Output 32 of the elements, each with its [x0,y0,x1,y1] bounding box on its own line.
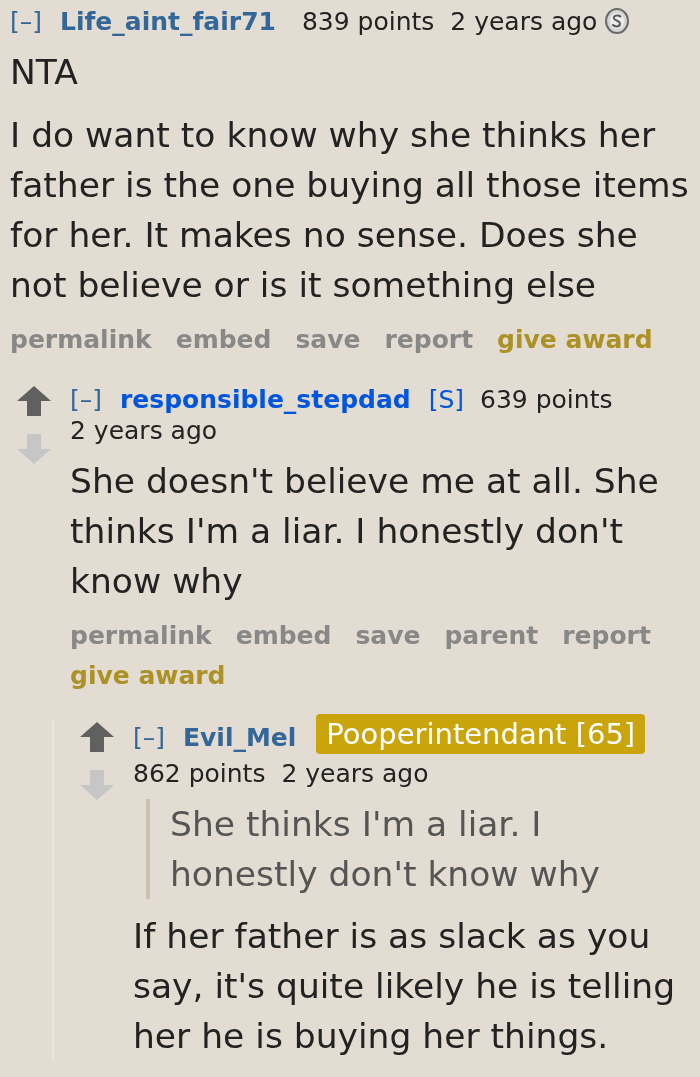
action-link[interactable]: save [355,616,421,656]
timestamp: 2 years ago [281,759,429,788]
collapse-toggle[interactable]: [–] [133,723,165,752]
comment-text: I do want to know why she thinks her father is the one buying all those items for her. It makes no sense. Does she not believe or is it something else [10,114,690,307]
up-arrow-icon[interactable] [17,386,51,416]
comment-text: If her father is as slack as you say, it's quite likely he is telling her he is buying her things. [133,915,677,1058]
action-link[interactable]: report [562,616,651,656]
action-link[interactable]: save [295,320,361,360]
collapse-toggle[interactable]: [–] [70,385,102,414]
score-text: 862 points [133,759,266,788]
action-link[interactable]: permalink [10,320,152,360]
submitter-tag[interactable]: [S] [428,385,465,414]
up-arrow-icon[interactable] [80,722,114,752]
score-text: 639 points [480,385,613,414]
action-link[interactable]: embed [235,616,332,656]
timestamp: 2 years ago [70,416,218,445]
action-link[interactable]: embed [175,320,272,360]
action-link[interactable]: give award [70,656,226,696]
action-link[interactable]: permalink [70,616,212,656]
user-flair: Pooperintendant [65] [316,714,646,754]
action-link[interactable]: parent [444,616,539,656]
timestamp: 2 years ago [450,7,598,36]
action-link[interactable]: give award [497,320,653,360]
quoted-text: She thinks I'm a liar. I honestly don't know why [146,799,700,899]
comment-text: NTA [10,51,79,94]
action-link[interactable]: report [384,320,474,360]
collapse-toggle[interactable]: [–] [10,7,42,36]
author-link[interactable]: Evil_Mel [182,723,297,752]
author-link[interactable]: responsible_stepdad [119,385,411,414]
comment-text: She doesn't believe me at all. She thinks I'm a liar. I honestly don't know why [70,460,660,603]
score-text: 839 points [301,7,435,36]
author-link[interactable]: Life_aint_fair71 [59,7,276,36]
